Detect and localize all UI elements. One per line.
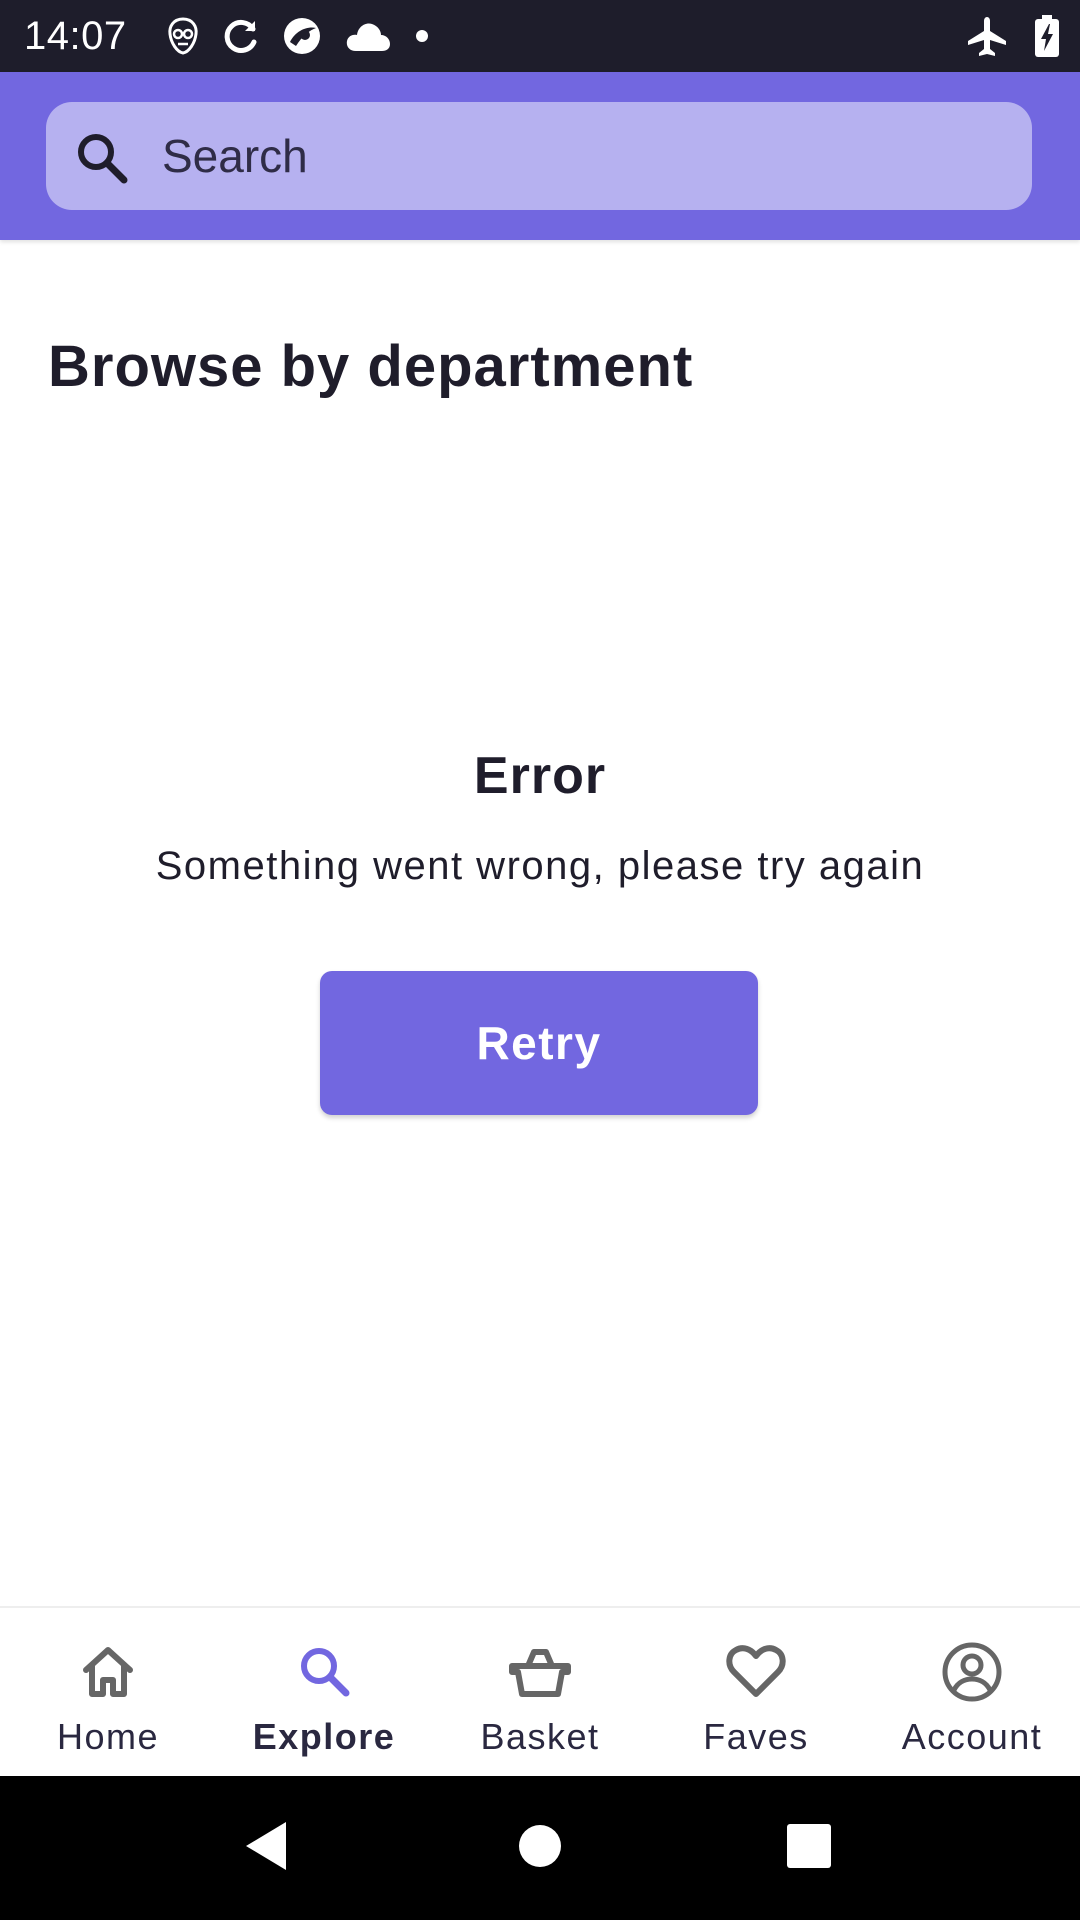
status-icons-right (966, 14, 1060, 58)
nav-item-explore[interactable]: Explore (216, 1608, 432, 1778)
basket-icon (509, 1649, 571, 1697)
nav-item-basket[interactable]: Basket (432, 1608, 648, 1778)
system-nav-bar (0, 1776, 1080, 1920)
page-title: Browse by department (48, 334, 694, 399)
home-button-icon[interactable] (518, 1820, 562, 1872)
error-title: Error (473, 747, 607, 805)
account-icon (942, 1642, 1002, 1702)
app-circle-icon (284, 18, 320, 54)
nav-label-account: Account (901, 1716, 1043, 1757)
status-time: 14:07 (24, 14, 127, 58)
retry-button[interactable]: Retry (320, 971, 758, 1115)
airplane-icon (968, 17, 1006, 56)
home-icon (83, 1647, 133, 1697)
alien-face-icon (168, 17, 198, 55)
nav-item-faves[interactable]: Faves (648, 1608, 864, 1778)
search-icon (78, 134, 128, 184)
back-icon[interactable] (242, 1820, 290, 1872)
sync-icon (224, 20, 257, 53)
nav-label-explore: Explore (252, 1716, 396, 1757)
bottom-nav: Home Explore Basket Faves Account (0, 1606, 1080, 1778)
status-icons-left (166, 14, 430, 58)
nav-label-basket: Basket (480, 1716, 600, 1757)
search-header (0, 72, 1080, 240)
recents-icon[interactable] (786, 1820, 832, 1872)
nav-label-faves: Faves (703, 1716, 809, 1757)
heart-icon (726, 1645, 786, 1697)
nav-item-home[interactable]: Home (0, 1608, 216, 1778)
search-field[interactable] (46, 102, 1032, 210)
nav-item-account[interactable]: Account (864, 1608, 1080, 1778)
search-icon (301, 1648, 350, 1697)
battery-charging-icon (1035, 15, 1059, 57)
status-bar: 14:07 (0, 0, 1080, 72)
cloud-icon (346, 23, 390, 51)
dot-icon (416, 30, 428, 42)
error-message: Something went wrong, please try again (155, 844, 925, 888)
nav-label-home: Home (56, 1716, 160, 1757)
search-input[interactable] (162, 102, 1002, 210)
